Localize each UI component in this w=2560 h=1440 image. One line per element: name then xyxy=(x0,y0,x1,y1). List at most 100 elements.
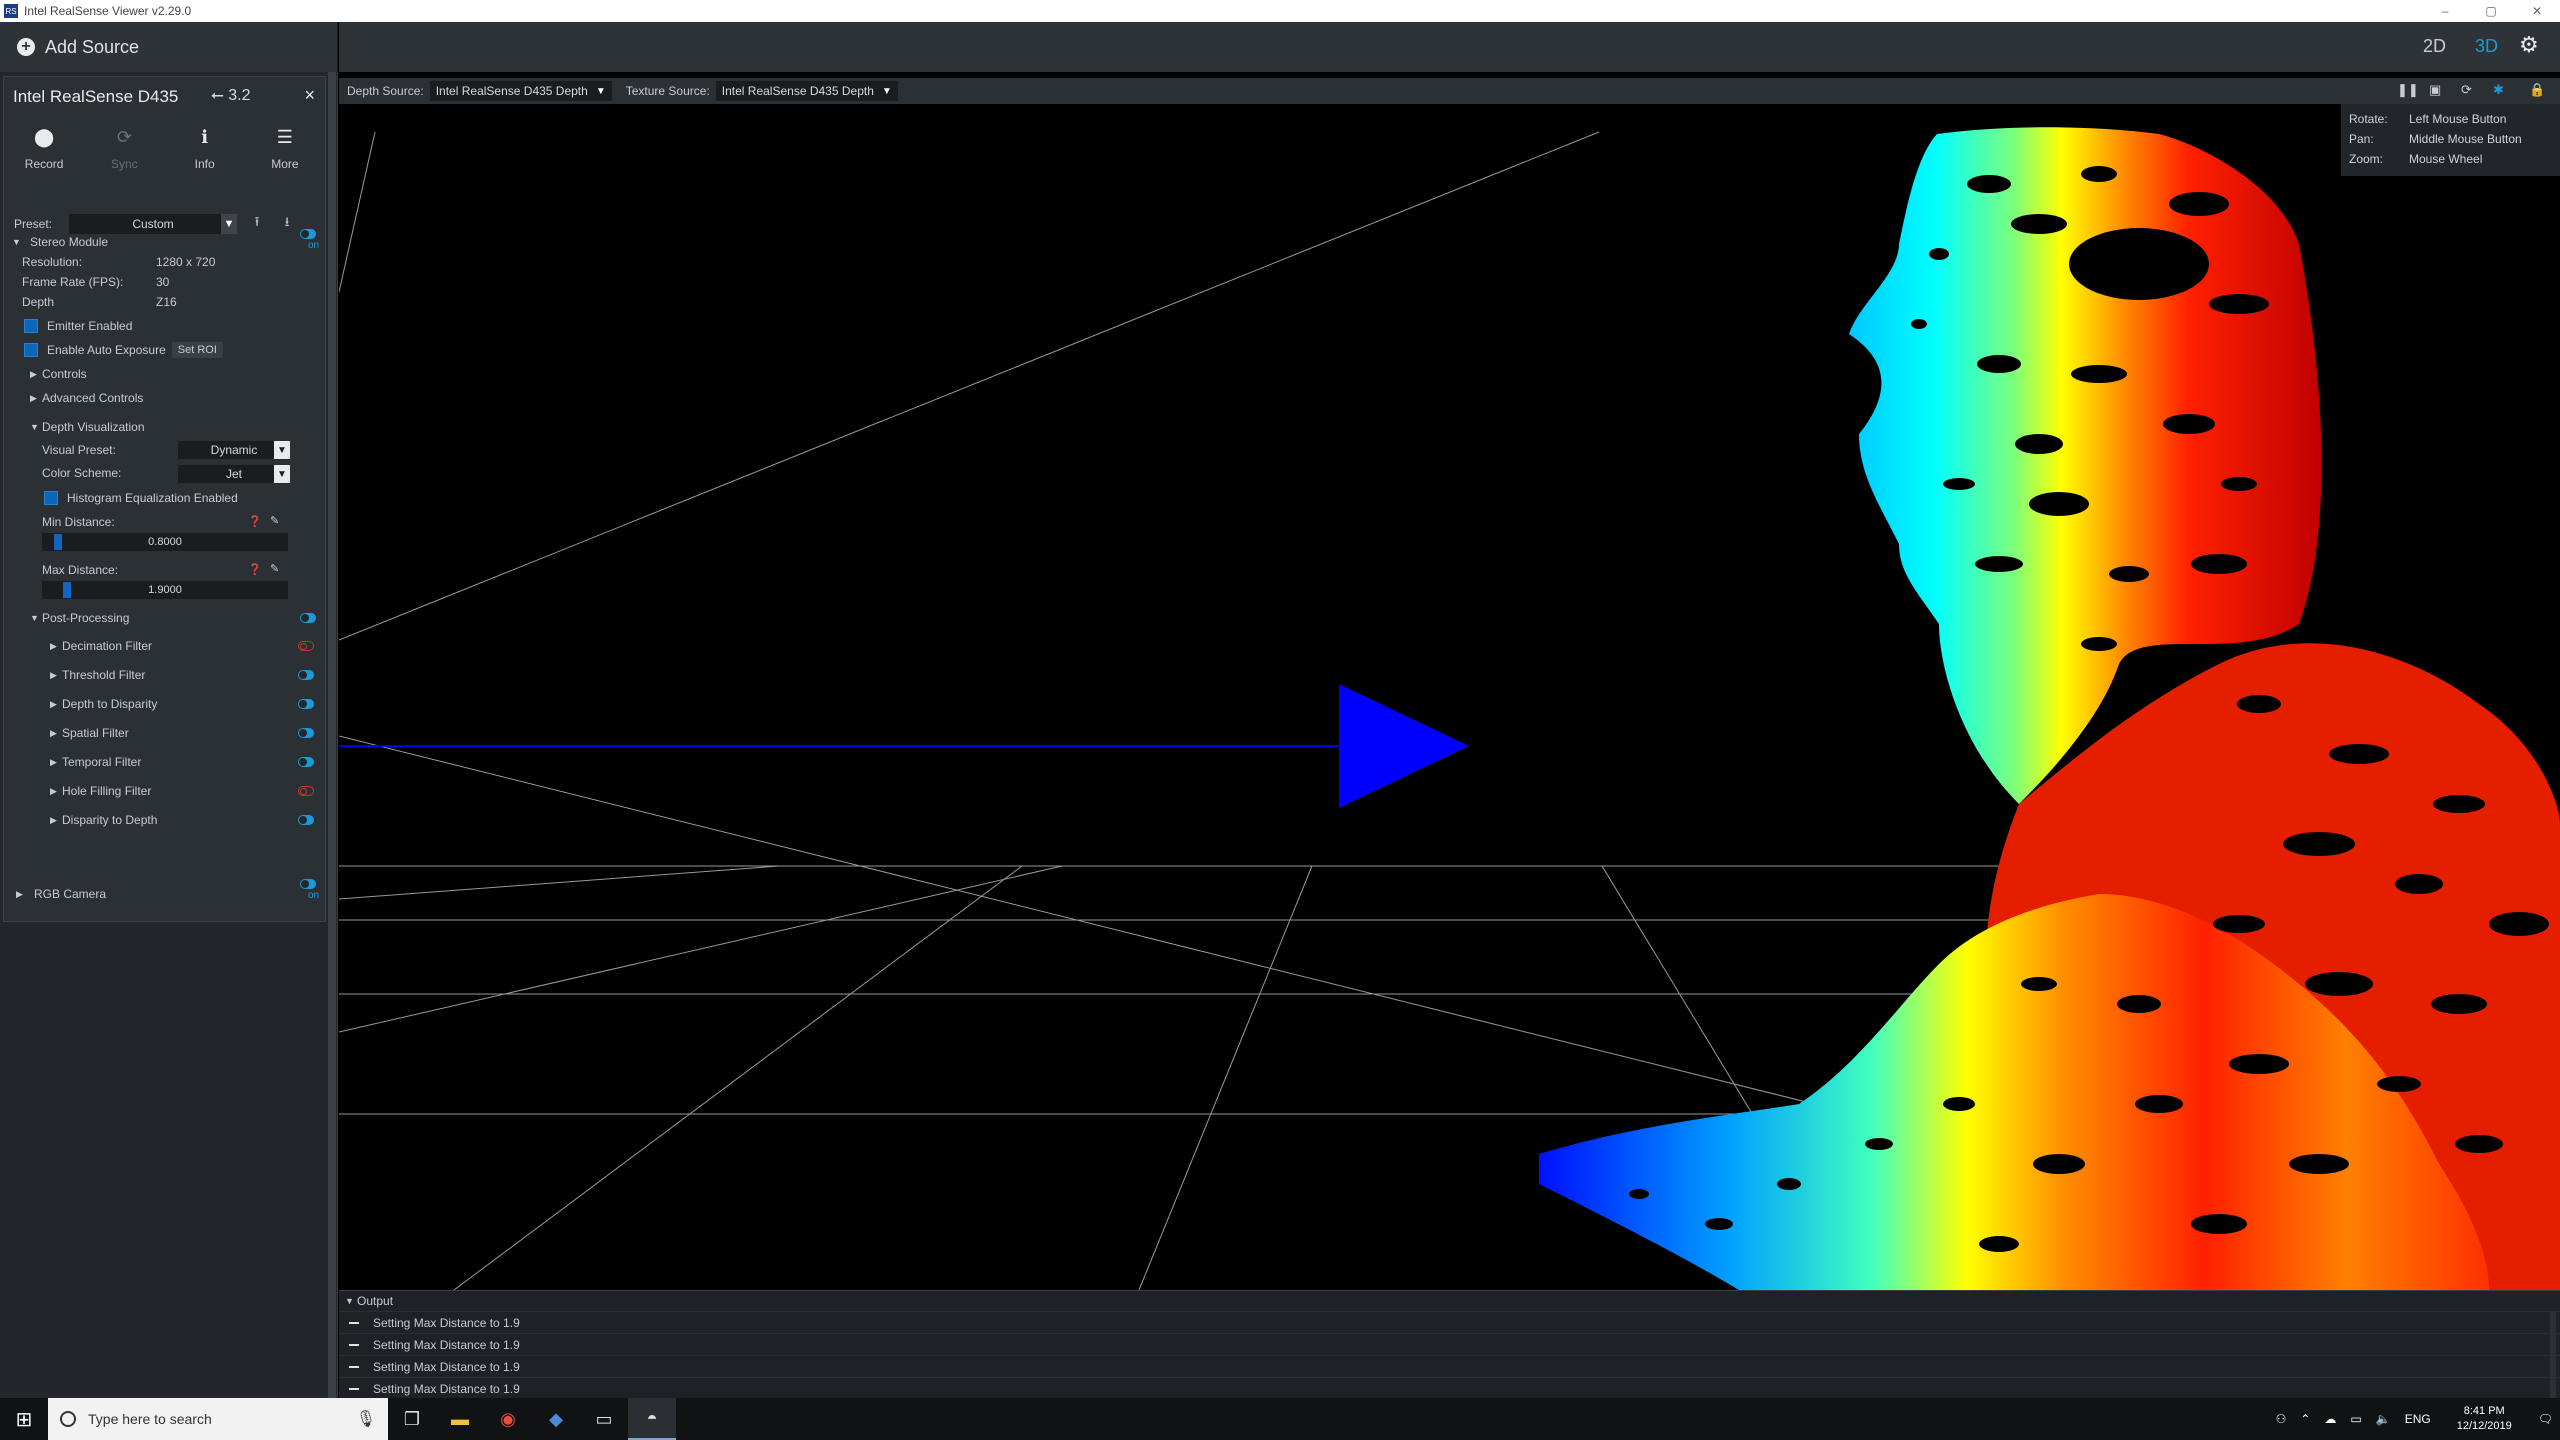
output-scrollbar[interactable] xyxy=(2550,1311,2556,1399)
depth-visualization-label[interactable]: Depth Visualization xyxy=(42,420,145,434)
max-distance-slider[interactable]: 1.9000 xyxy=(42,581,288,599)
expand-icon[interactable]: ▶ xyxy=(50,786,62,797)
close-device-button[interactable]: × xyxy=(304,85,315,106)
close-window-button[interactable]: ✕ xyxy=(2514,0,2560,22)
3d-viewport[interactable]: Rotate: Left Mouse Button Pan: Middle Mous… xyxy=(339,104,2560,1290)
download-icon[interactable]: ⭳ xyxy=(277,213,297,235)
notification-icon[interactable]: 🗨 xyxy=(2538,1412,2553,1426)
fps-value[interactable]: 30 xyxy=(156,275,169,289)
filter-toggle[interactable] xyxy=(298,641,314,651)
visual-studio-icon[interactable]: ◆ xyxy=(532,1398,580,1440)
save-icon[interactable]: ▣ xyxy=(2429,82,2441,98)
depth-source-select[interactable]: Intel RealSense D435 Depth ▼ xyxy=(429,81,612,101)
histogram-checkbox[interactable] xyxy=(44,491,58,505)
filter-toggle[interactable] xyxy=(298,757,314,767)
help-icon[interactable]: ❓ xyxy=(248,515,262,528)
rgb-camera-toggle[interactable] xyxy=(300,879,316,889)
filter-row[interactable]: ▶ Threshold Filter xyxy=(50,666,145,684)
network-icon[interactable]: ▭ xyxy=(2350,1412,2361,1426)
pause-icon[interactable]: ❚❚ xyxy=(2397,82,2419,98)
language-indicator[interactable]: ENG xyxy=(2405,1412,2431,1426)
left-panel-scrollbar[interactable] xyxy=(328,72,336,1398)
set-roi-button[interactable]: Set ROI xyxy=(171,342,223,358)
taskbar-search[interactable]: Type here to search 🎙 xyxy=(48,1398,388,1440)
collapse-icon[interactable]: ▼ xyxy=(345,1296,357,1306)
visual-preset-select[interactable]: Dynamic ▼ xyxy=(178,441,290,459)
terminal-icon[interactable]: ▭ xyxy=(580,1398,628,1440)
pointcloud-icon[interactable]: ✱ xyxy=(2493,82,2504,98)
stereo-module-toggle[interactable] xyxy=(300,229,316,239)
resolution-label: Resolution: xyxy=(22,255,83,269)
upload-icon[interactable]: ⭱ xyxy=(247,213,267,235)
rgb-camera-label[interactable]: RGB Camera xyxy=(34,887,106,901)
filter-row[interactable]: ▶ Temporal Filter xyxy=(50,753,141,771)
post-processing-label[interactable]: Post-Processing xyxy=(42,611,129,625)
filter-row[interactable]: ▶ Spatial Filter xyxy=(50,724,129,742)
stereo-module-label[interactable]: Stereo Module xyxy=(30,235,108,249)
collapse-icon[interactable]: ▼ xyxy=(12,237,24,247)
refresh-icon[interactable]: ⟳ xyxy=(2461,82,2472,98)
expand-icon[interactable]: ▶ xyxy=(50,815,62,826)
file-explorer-icon[interactable]: ▬ xyxy=(436,1398,484,1440)
advanced-controls-label[interactable]: Advanced Controls xyxy=(42,391,143,405)
filter-row[interactable]: ▶ Decimation Filter xyxy=(50,637,152,655)
slider-handle[interactable] xyxy=(63,582,71,598)
minimize-button[interactable]: – xyxy=(2422,0,2468,22)
help-icon[interactable]: ❓ xyxy=(248,563,262,576)
collapse-icon[interactable]: ▼ xyxy=(30,422,42,432)
filter-row[interactable]: ▶ Disparity to Depth xyxy=(50,811,157,829)
filter-toggle[interactable] xyxy=(298,728,314,738)
record-button[interactable]: ⬤ Record xyxy=(4,119,84,179)
view-2d-button[interactable]: 2D xyxy=(2423,36,2446,57)
expand-icon[interactable]: ▶ xyxy=(50,641,62,652)
chevron-up-icon[interactable]: ⌃ xyxy=(2300,1412,2310,1426)
onedrive-icon[interactable]: ☁ xyxy=(2324,1412,2336,1426)
edit-icon[interactable]: ✎ xyxy=(270,514,279,527)
min-distance-slider[interactable]: 0.8000 xyxy=(42,533,288,551)
info-button[interactable]: ℹ Info xyxy=(165,119,245,179)
add-source-button[interactable]: + Add Source xyxy=(0,22,338,72)
task-view-icon[interactable]: ❐ xyxy=(388,1398,436,1440)
post-processing-toggle[interactable] xyxy=(300,613,316,623)
gear-icon[interactable]: ⚙ xyxy=(2519,32,2539,58)
depth-format-value[interactable]: Z16 xyxy=(156,295,177,309)
color-scheme-label: Color Scheme: xyxy=(42,466,122,480)
slider-handle[interactable] xyxy=(54,534,62,550)
filter-toggle[interactable] xyxy=(298,699,314,709)
output-header[interactable]: ▼ Output xyxy=(339,1291,2560,1311)
expand-icon[interactable]: ▶ xyxy=(16,889,28,900)
filter-row[interactable]: ▶ Depth to Disparity xyxy=(50,695,157,713)
texture-source-select[interactable]: Intel RealSense D435 Depth ▼ xyxy=(715,81,898,101)
expand-icon[interactable]: ▶ xyxy=(30,393,42,404)
filter-toggle[interactable] xyxy=(298,786,314,796)
expand-icon[interactable]: ▶ xyxy=(50,728,62,739)
filter-row[interactable]: ▶ Hole Filling Filter xyxy=(50,782,151,800)
realsense-viewer-icon[interactable]: ◓ xyxy=(628,1398,676,1440)
emitter-checkbox[interactable] xyxy=(24,319,38,333)
microphone-icon[interactable]: 🎙 xyxy=(356,1409,376,1429)
chrome-icon[interactable]: ◉ xyxy=(484,1398,532,1440)
collapse-icon[interactable]: ▼ xyxy=(30,613,42,623)
expand-icon[interactable]: ▶ xyxy=(50,757,62,768)
filter-toggle[interactable] xyxy=(298,815,314,825)
more-button[interactable]: ☰ More xyxy=(245,119,325,179)
sync-button[interactable]: ⟳ Sync xyxy=(84,119,164,179)
clock[interactable]: 8:41 PM 12/12/2019 xyxy=(2450,1404,2519,1434)
color-scheme-value: Jet xyxy=(225,467,242,481)
controls-label[interactable]: Controls xyxy=(42,367,87,381)
people-icon[interactable]: ⚇ xyxy=(2276,1412,2287,1426)
preset-select[interactable]: Custom ▼ xyxy=(69,214,237,234)
expand-icon[interactable]: ▶ xyxy=(50,670,62,681)
edit-icon[interactable]: ✎ xyxy=(270,562,279,575)
lock-icon[interactable]: 🔒 xyxy=(2529,82,2545,98)
view-3d-button[interactable]: 3D xyxy=(2475,36,2498,57)
windows-start-icon[interactable]: ⊞ xyxy=(0,1398,48,1440)
expand-icon[interactable]: ▶ xyxy=(30,369,42,380)
maximize-button[interactable]: ▢ xyxy=(2468,0,2514,22)
resolution-value[interactable]: 1280 x 720 xyxy=(156,255,215,269)
color-scheme-select[interactable]: Jet ▼ xyxy=(178,465,290,483)
expand-icon[interactable]: ▶ xyxy=(50,699,62,710)
volume-icon[interactable]: 🔈 xyxy=(2376,1412,2391,1426)
auto-exposure-checkbox[interactable] xyxy=(24,343,38,357)
filter-toggle[interactable] xyxy=(298,670,314,680)
